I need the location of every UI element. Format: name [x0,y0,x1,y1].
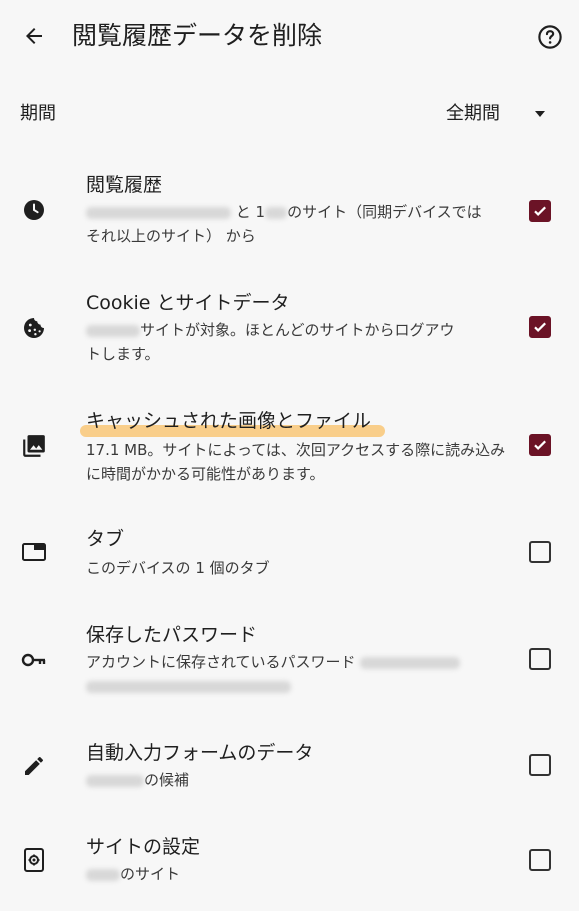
option-label: 保存したパスワード [86,624,258,646]
redacted-text [86,680,291,693]
arrow-left-icon [26,28,42,44]
option-autofill-data[interactable]: 自動入力フォームのデータ の候補 [0,736,579,806]
period-row: 期間 全期間 [0,92,579,136]
option-tabs[interactable]: タブ このデバイスの 1 個のタブ [0,522,579,592]
key-icon [21,653,46,667]
checkbox[interactable] [529,754,551,776]
option-label: サイトの設定 [86,836,201,858]
checkmark-icon [534,206,546,216]
option-saved-passwords[interactable]: 保存したパスワード アカウントに保存されているパスワード [0,618,579,708]
option-description: と 1 のサイト（同期デバイスでは それ以上のサイト） から [86,203,482,245]
tab-icon [22,543,46,561]
redacted-text [86,206,231,219]
option-description: サイトが対象。ほとんどのサイトからログアウ トします。 [86,321,455,363]
option-label: 自動入力フォームのデータ [86,742,314,764]
redacted-text [360,656,461,669]
help-button[interactable] [535,22,565,52]
option-label: 閲覧履歴 [86,174,163,196]
redacted-text [86,868,120,881]
checkbox[interactable] [529,648,551,670]
checkmark-icon [534,440,546,450]
option-description: のサイト [86,862,506,886]
period-select[interactable]: 全期間 [440,96,560,132]
option-label: キャッシュされた画像とファイル [86,410,372,432]
option-label: Cookie とサイトデータ [86,292,290,314]
checkmark-icon [534,322,546,332]
redacted-text [86,774,144,787]
period-label: 期間 [20,103,56,124]
option-cookies[interactable]: Cookie とサイトデータ サイトが対象。ほとんどのサイトからログアウ トしま… [0,286,579,376]
option-label: タブ [86,528,125,550]
redacted-text [86,324,140,337]
period-value: 全期間 [446,103,500,124]
site-settings-icon [24,848,44,872]
page-title: 閲覧履歴データを削除 [72,21,323,50]
help-circle-icon [538,25,562,49]
option-description: の候補 [86,768,506,792]
option-site-settings[interactable]: サイトの設定 のサイト [0,830,579,900]
option-description: このデバイスの 1 個のタブ [86,559,270,577]
checkbox[interactable] [529,434,551,456]
checkbox[interactable] [529,541,551,563]
image-icon [23,435,45,457]
clock-icon [24,200,44,220]
option-description: 17.1 MB。サイトによっては、次回アクセスする際に読み込みに時間がかかる可能… [86,441,506,483]
option-description: アカウントに保存されているパスワード [86,650,506,698]
checkbox[interactable] [529,200,551,222]
pencil-icon [25,757,43,775]
dropdown-arrow-icon [535,111,545,117]
option-browsing-history[interactable]: 閲覧履歴 と 1 のサイト（同期デバイスでは それ以上のサイト） から [0,168,579,258]
checkbox[interactable] [529,849,551,871]
option-cached-images[interactable]: キャッシュされた画像とファイル 17.1 MB。サイトによっては、次回アクセスす… [0,404,579,494]
top-app-bar: 閲覧履歴データを削除 [0,0,579,72]
checkbox[interactable] [529,316,551,338]
back-button[interactable] [20,22,48,50]
cookie-icon [24,318,44,338]
